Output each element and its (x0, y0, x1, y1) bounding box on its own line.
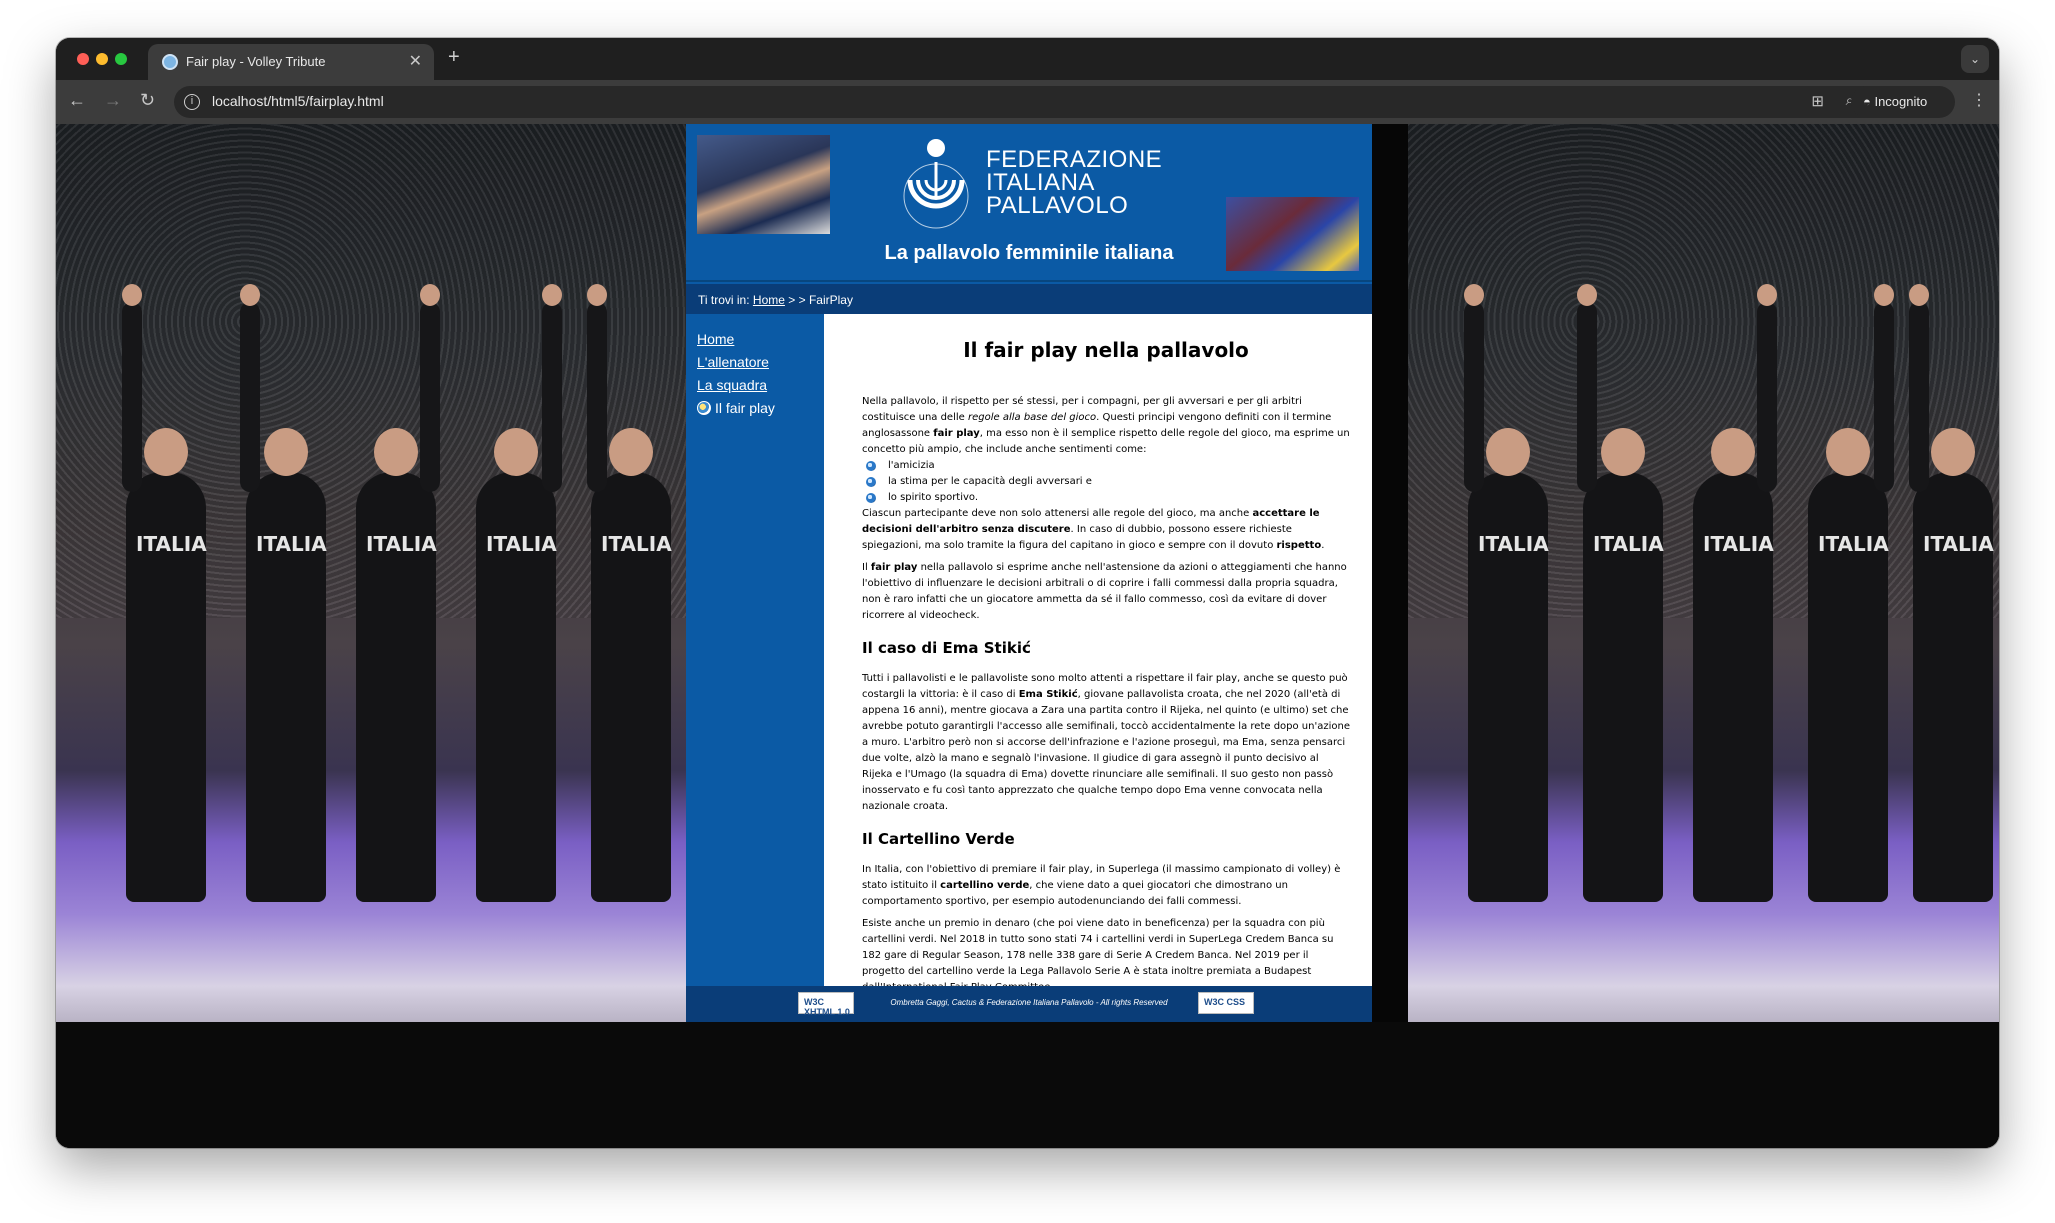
federation-line: PALLAVOLO (986, 192, 1129, 219)
page-viewport: ITALIA ITALIA ITALIA ITALIA ITALIA ITALI… (56, 124, 1999, 1148)
breadcrumb-prefix: Ti trovi in: (698, 293, 750, 307)
incognito-icon: ◓ (1863, 94, 1875, 109)
browser-tab[interactable]: Fair play - Volley Tribute ✕ (148, 44, 434, 80)
tab-search-icon[interactable]: ⌄ (1961, 45, 1989, 73)
federation-line: FEDERAZIONE (986, 146, 1163, 173)
favicon-icon (162, 54, 178, 70)
athlete-figure: ITALIA (240, 284, 327, 902)
premio-paragraph: Esiste anche un premio in denaro (che po… (862, 918, 1334, 993)
sidebar-item-label: Il fair play (715, 400, 775, 416)
incognito-badge[interactable]: ◓ Incognito (1851, 86, 1955, 118)
url-text[interactable]: localhost/html5/fairplay.html (212, 93, 384, 109)
athlete-figure: ITALIA (356, 284, 440, 902)
bullet-icon (866, 493, 876, 503)
page-title: Il fair play nella pallavolo (963, 338, 1249, 362)
breadcrumb: Ti trovi in: Home > > FairPlay (686, 284, 1372, 314)
list-item: la stima per le capacità degli avversari… (866, 474, 1350, 490)
fairplay-paragraph: Il fair play nella pallavolo si esprime … (862, 562, 1347, 621)
site-info-icon[interactable]: i (184, 94, 200, 110)
jersey-text: ITALIA (1593, 532, 1664, 556)
jersey-text: ITALIA (1478, 532, 1549, 556)
jersey-text: ITALIA (1703, 532, 1774, 556)
federation-line: ITALIANA (986, 169, 1095, 196)
rules-paragraph: Ciascun partecipante deve non solo atten… (862, 508, 1325, 551)
sidebar-item-home[interactable]: Home (697, 331, 824, 347)
athlete-figure: ITALIA (1464, 284, 1549, 902)
tab-strip: Fair play - Volley Tribute ✕ + ⌄ (56, 38, 1999, 80)
forward-arrow-icon[interactable]: → (104, 90, 122, 111)
sidebar-item-allenatore[interactable]: L'allenatore (697, 354, 824, 370)
list-item: lo spirito sportivo. (866, 490, 1350, 506)
jersey-text: ITALIA (601, 532, 672, 556)
minimize-window-button[interactable] (96, 53, 108, 65)
reload-icon[interactable]: ↻ (140, 90, 155, 111)
ema-paragraph: Tutti i pallavolisti e le pallavoliste s… (862, 673, 1350, 812)
incognito-label: Incognito (1874, 94, 1928, 109)
browser-window: Fair play - Volley Tribute ✕ + ⌄ ← → ↻ i… (56, 38, 1999, 1148)
site-header: FEDERAZIONE ITALIANA PALLAVOLO La pallav… (686, 124, 1372, 282)
tab-title: Fair play - Volley Tribute (186, 54, 326, 69)
background-footer-area (56, 1022, 1999, 1148)
federation-name: FEDERAZIONE ITALIANA PALLAVOLO (986, 146, 1163, 219)
jersey-text: ITALIA (136, 532, 207, 556)
background-photo-left: ITALIA ITALIA ITALIA ITALIA ITALIA (56, 124, 686, 1022)
list-item: l'amicizia (866, 458, 1350, 474)
athlete-figure: ITALIA (1693, 284, 1777, 902)
new-tab-icon[interactable]: + (448, 46, 460, 69)
jersey-text: ITALIA (366, 532, 437, 556)
tab-close-icon[interactable]: ✕ (409, 51, 422, 71)
breadcrumb-home-link[interactable]: Home (753, 293, 785, 307)
jersey-text: ITALIA (1923, 532, 1994, 556)
jersey-text: ITALIA (1818, 532, 1889, 556)
site-footer: W3C XHTML 1.0 Ombretta Gaggi, Cactus & F… (686, 986, 1372, 1022)
fipav-logo-icon (903, 139, 969, 229)
site-subtitle: La pallavolo femminile italiana (884, 242, 1174, 264)
volleyball-icon (697, 401, 711, 415)
bullet-icon (866, 477, 876, 487)
jersey-text: ITALIA (256, 532, 327, 556)
address-bar[interactable]: i localhost/html5/fairplay.html ⊞ ⌕ ☆ (174, 86, 1894, 118)
back-arrow-icon[interactable]: ← (68, 90, 86, 111)
bullet-icon (866, 461, 876, 471)
w3c-css-badge[interactable]: W3C CSS (1198, 992, 1254, 1014)
athlete-figure: ITALIA (122, 284, 207, 902)
cartellino-paragraph: In Italia, con l'obiettivo di premiare i… (862, 864, 1341, 907)
section-heading-ema: Il caso di Ema Stikić (862, 639, 1031, 657)
browser-toolbar: ← → ↻ i localhost/html5/fairplay.html ⊞ … (56, 80, 1999, 124)
athlete-figure: ITALIA (1577, 284, 1664, 902)
main-content: Il fair play nella pallavolo Nella palla… (824, 314, 1372, 993)
athlete-figure: ITALIA (587, 284, 672, 902)
breadcrumb-current: FairPlay (808, 293, 853, 307)
athlete-figure: ITALIA (1808, 284, 1894, 902)
athlete-figure: ITALIA (1909, 284, 1994, 902)
sidebar-nav: Home L'allenatore La squadra Il fair pla… (686, 314, 824, 986)
sidebar-item-fairplay[interactable]: Il fair play (697, 400, 824, 416)
header-photo-left (697, 135, 830, 234)
menu-kebab-icon[interactable]: ⋮ (1971, 90, 1987, 110)
section-heading-cartellino: Il Cartellino Verde (862, 830, 1015, 848)
copyright-text: Ombretta Gaggi, Cactus & Federazione Ita… (890, 998, 1168, 1007)
site-container: FEDERAZIONE ITALIANA PALLAVOLO La pallav… (686, 124, 1372, 1022)
translate-icon[interactable]: ⊞ (1811, 92, 1824, 110)
intro-paragraph: Nella pallavolo, il rispetto per sé stes… (862, 396, 1350, 455)
values-list: l'amicizia la stima per le capacità degl… (866, 458, 1350, 506)
breadcrumb-separator: > > (788, 293, 806, 307)
close-window-button[interactable] (77, 53, 89, 65)
maximize-window-button[interactable] (115, 53, 127, 65)
background-photo-right: ITALIA ITALIA ITALIA ITALIA ITALIA (1408, 124, 1999, 1022)
jersey-text: ITALIA (486, 532, 557, 556)
athlete-figure: ITALIA (476, 284, 562, 902)
sidebar-item-squadra[interactable]: La squadra (697, 377, 824, 393)
